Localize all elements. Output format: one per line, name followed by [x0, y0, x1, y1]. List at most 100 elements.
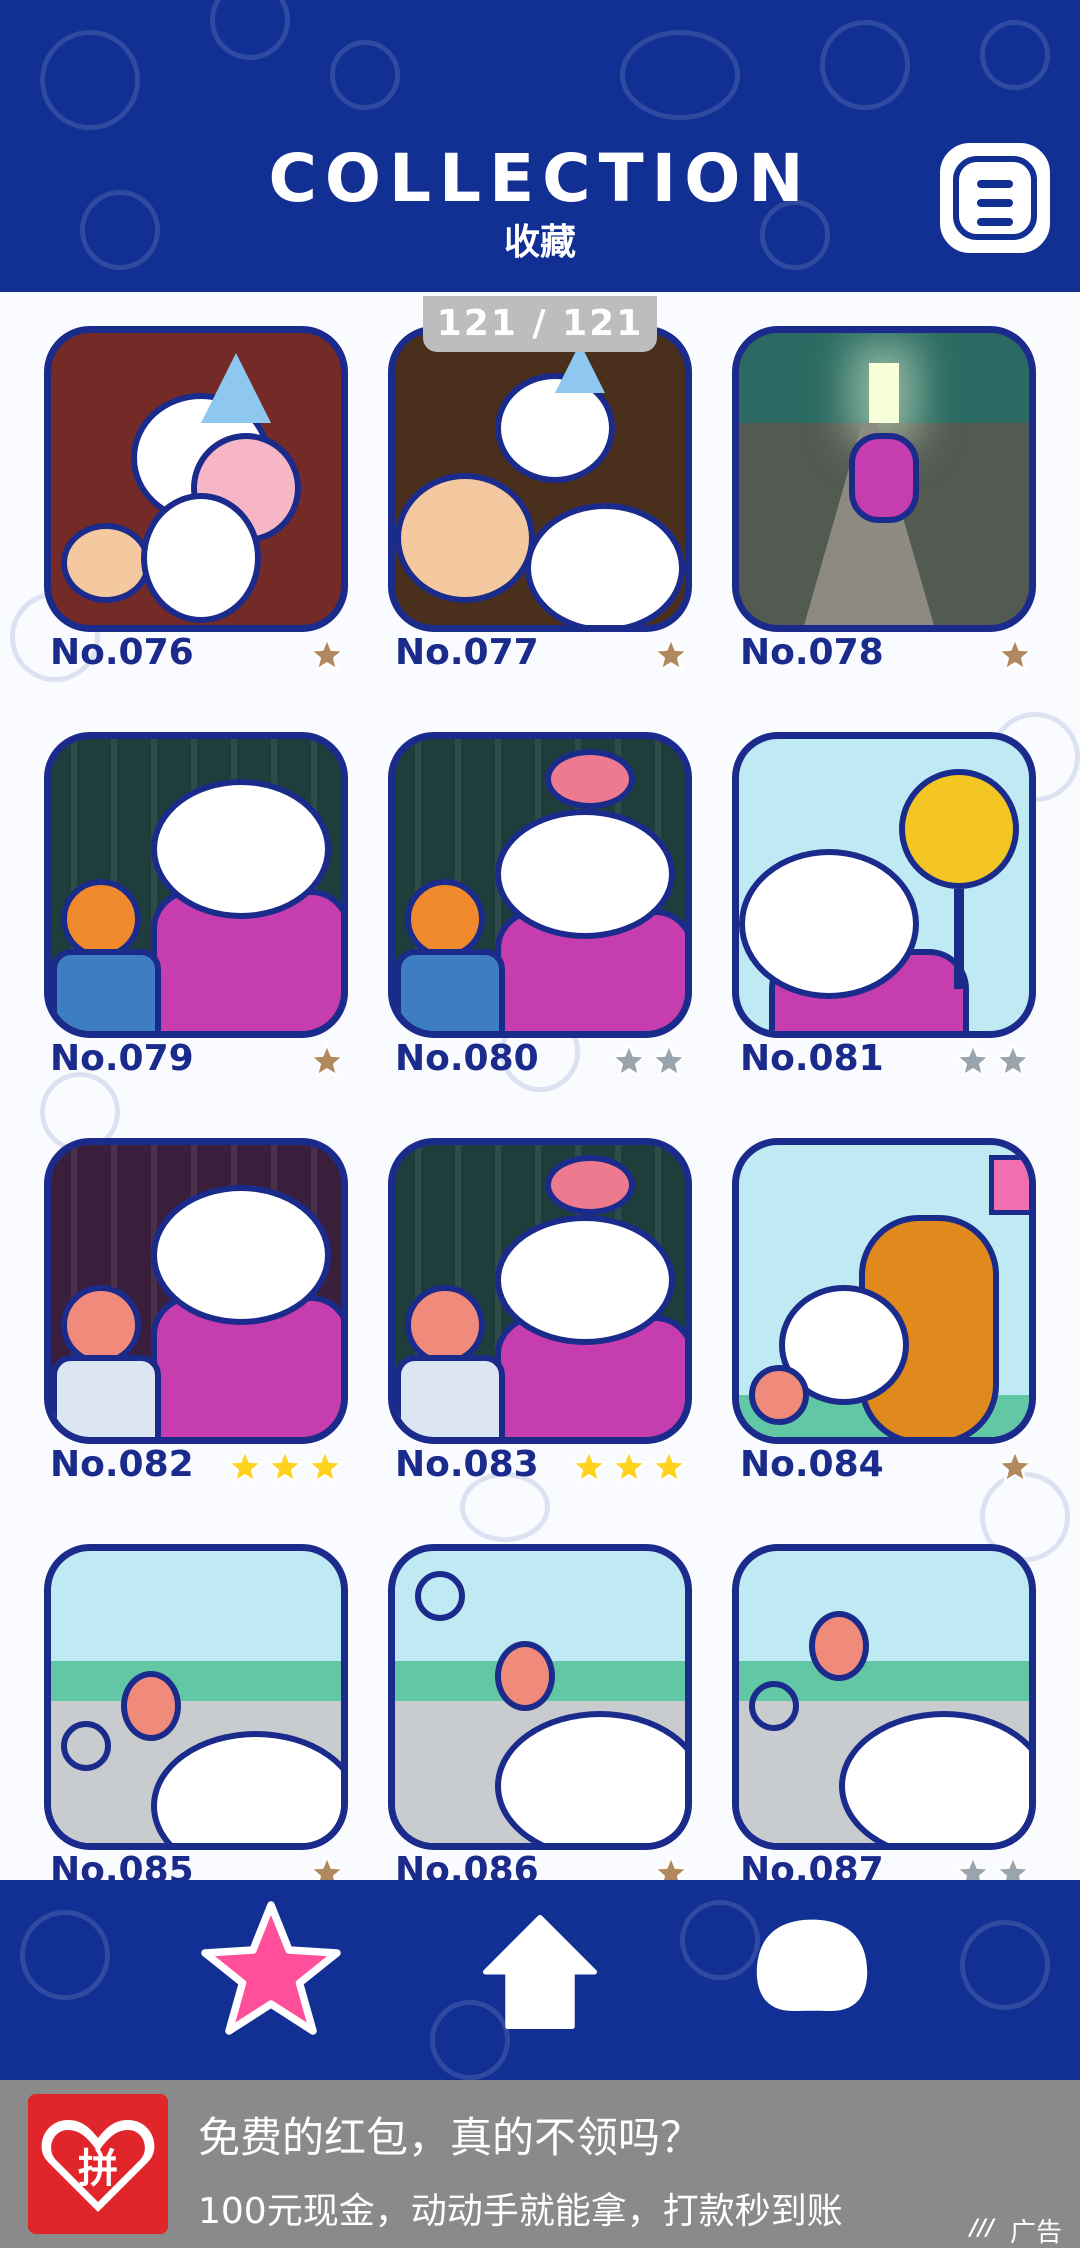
doodle-decoration	[40, 30, 140, 130]
collection-card-084[interactable]	[732, 1138, 1036, 1444]
star-rating	[608, 1042, 688, 1082]
dog-head	[151, 1185, 331, 1325]
menu-line	[977, 218, 1013, 226]
nav-collection-button[interactable]	[196, 1896, 346, 2050]
deer-police-arrest-bird-illustration	[395, 1145, 685, 1437]
doodle-decoration	[980, 20, 1050, 90]
star-icon	[307, 1449, 343, 1484]
bike-wheel	[415, 1571, 465, 1621]
collection-card-086[interactable]	[388, 1544, 692, 1850]
collection-card-085[interactable]	[44, 1544, 348, 1850]
bike-wheel	[61, 1721, 111, 1771]
lollipop-dog-illustration	[739, 739, 1029, 1031]
dog-head	[739, 849, 919, 999]
star-icon	[651, 1043, 687, 1078]
star-icon	[611, 1043, 647, 1078]
star-rating	[306, 1042, 346, 1082]
party-hats-crying-dogs-illustration	[51, 333, 341, 625]
star-rating	[306, 636, 346, 676]
card-label: No.077	[395, 632, 539, 673]
doodle-decoration	[20, 1910, 110, 2000]
party-hat	[201, 353, 271, 423]
collection-card-081[interactable]	[732, 732, 1036, 1038]
ad-tag: 广告	[1010, 2218, 1063, 2248]
lollipop	[899, 769, 1019, 889]
dog-head	[495, 809, 675, 939]
police-uniform	[395, 1355, 505, 1437]
monkey	[495, 1641, 555, 1711]
monkey-bike-park-2-illustration	[739, 1551, 1029, 1843]
dog-body	[141, 493, 261, 623]
collection-card-076[interactable]	[44, 326, 348, 632]
card-label: No.076	[50, 632, 194, 673]
star-rating	[994, 636, 1034, 676]
card-label: No.083	[395, 1444, 539, 1485]
police-uniform	[51, 949, 161, 1031]
collection-card-080[interactable]	[388, 732, 692, 1038]
pinduoduo-logo-icon: 拼	[28, 2094, 168, 2234]
collection-card-079[interactable]	[44, 732, 348, 1038]
doodle-decoration	[330, 40, 400, 110]
collection-card-087[interactable]	[732, 1544, 1036, 1850]
star-rating	[568, 1448, 688, 1488]
collection-card-083[interactable]	[388, 1138, 692, 1444]
shiba-police-arrest-illustration	[51, 739, 341, 1031]
dog-head	[151, 779, 331, 919]
star-icon	[611, 1449, 647, 1484]
star-icon	[651, 1449, 687, 1484]
star-rating	[994, 1448, 1034, 1488]
nav-profile-button[interactable]	[752, 1910, 872, 2034]
star-rating	[952, 1042, 1032, 1082]
collection-counter: 121 / 121	[423, 296, 657, 352]
deer-police-head	[405, 1285, 485, 1365]
police-uniform	[395, 949, 505, 1031]
card-label: No.084	[740, 1444, 884, 1485]
star-icon	[267, 1449, 303, 1484]
escape-through-door-illustration	[739, 333, 1029, 625]
bear-with-shovel-illustration	[739, 1145, 1029, 1437]
star-icon	[309, 637, 345, 672]
menu-line	[977, 180, 1013, 188]
bird	[545, 1155, 635, 1215]
star-icon	[955, 1043, 991, 1078]
police-uniform	[51, 1355, 161, 1437]
card-label: No.082	[50, 1444, 194, 1485]
ad-mark-icon: ///	[970, 2216, 995, 2241]
collection-card-077[interactable]	[388, 326, 692, 632]
dog-head	[61, 523, 151, 603]
collection-card-082[interactable]	[44, 1138, 348, 1444]
star-icon	[997, 637, 1033, 672]
monkey	[809, 1611, 869, 1681]
monkey-bike-crash-illustration	[395, 1551, 685, 1843]
bike-wheel	[749, 1681, 799, 1731]
doodle-decoration	[680, 1900, 760, 1980]
star-icon	[653, 637, 689, 672]
star-icon	[995, 1043, 1031, 1078]
star-icon	[227, 1449, 263, 1484]
doodle-decoration	[210, 0, 290, 60]
monkey-bike-park-illustration	[51, 1551, 341, 1843]
menu-button[interactable]	[940, 143, 1050, 253]
ad-banner[interactable]: 拼 免费的红包，真的不领吗？ 100元现金，动动手就能拿，打款秒到账 /// 广…	[0, 2080, 1080, 2248]
doodle-decoration	[620, 30, 740, 120]
ad-title: 免费的红包，真的不领吗？	[198, 2113, 703, 2162]
shovel	[989, 1155, 1029, 1215]
star-icon	[997, 1449, 1033, 1484]
dog-head	[525, 503, 685, 625]
collection-card-078[interactable]	[732, 326, 1036, 632]
home-arrow-icon	[482, 1914, 598, 2030]
doodle-decoration	[820, 20, 910, 110]
bird	[545, 749, 635, 809]
star-rating	[650, 636, 690, 676]
monkey	[121, 1671, 181, 1741]
ad-description: 100元现金，动动手就能拿，打款秒到账	[198, 2191, 843, 2232]
doodle-decoration	[960, 1920, 1050, 2010]
light-door	[869, 363, 899, 423]
logo-char: 拼	[78, 2146, 118, 2192]
shiba-police-arrest-bird-illustration	[395, 739, 685, 1031]
party-hats-dogs-illustration	[395, 333, 685, 625]
star-icon	[309, 1043, 345, 1078]
star-icon	[201, 1901, 341, 2035]
dog-head	[395, 473, 535, 603]
nav-home-button[interactable]	[478, 1910, 602, 2038]
